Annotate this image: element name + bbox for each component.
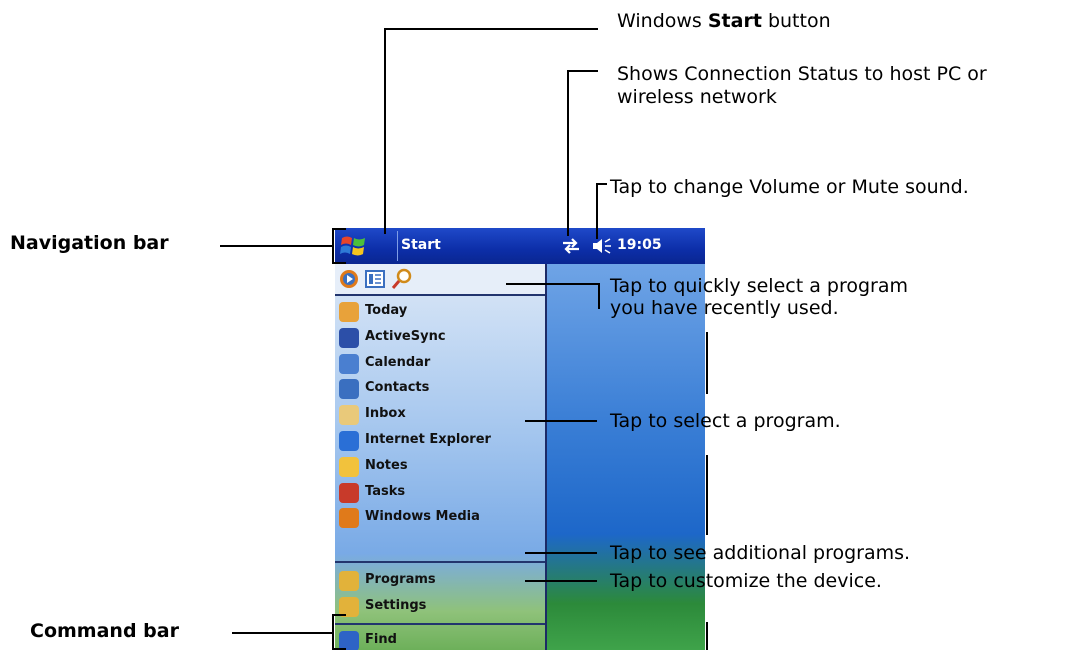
menu-item-contacts[interactable]: Contacts (335, 376, 545, 402)
customize-callout-line (525, 580, 597, 582)
menu-item-programs[interactable]: Programs (335, 568, 545, 594)
recent-annotation-line2: you have recently used. (610, 297, 839, 319)
notes-icon (339, 456, 359, 477)
menu-item-internet-explorer[interactable]: Internet Explorer (335, 428, 545, 454)
navbar-title[interactable]: Start (401, 237, 441, 253)
commandbar-bracket (332, 614, 346, 616)
connection-annotation-line1: Shows Connection Status to host PC or (617, 63, 987, 85)
menu-border (545, 264, 547, 650)
volume-icon[interactable] (591, 237, 613, 255)
recent-callout-line (506, 283, 598, 285)
menu-item-inbox[interactable]: Inbox (335, 402, 545, 428)
commandbar-pointer-line (232, 632, 332, 634)
navbar-separator (397, 231, 398, 261)
windows-flag-icon (340, 236, 365, 256)
menu-item-label: Today (365, 303, 408, 318)
menu-item-find[interactable]: Find (335, 628, 545, 650)
search-icon[interactable] (391, 268, 413, 290)
activesync-icon (339, 327, 359, 348)
recent-programs-row (335, 264, 545, 294)
connection-annotation-line2: wireless network (617, 86, 777, 108)
recent-annotation-line1: Tap to quickly select a program (610, 275, 908, 297)
select-callout-line (525, 420, 597, 422)
connection-callout-line (567, 70, 598, 72)
menu-item-calendar[interactable]: Calendar (335, 351, 545, 377)
menu-item-activesync[interactable]: ActiveSync (335, 325, 545, 351)
menu-divider (335, 294, 545, 296)
additional-callout-line (525, 552, 597, 554)
menu-item-today[interactable]: Today (335, 299, 545, 325)
menu-item-settings[interactable]: Settings (335, 594, 545, 620)
recent-bracket-line (598, 283, 600, 309)
menu-item-windows-media[interactable]: Windows Media (335, 505, 545, 531)
menu-item-label: Calendar (365, 354, 431, 370)
customize-annotation: Tap to customize the device. (610, 570, 882, 592)
navbar-bracket (332, 228, 334, 264)
contacts-icon (339, 379, 359, 400)
navigation-bar: Start 19:05 (335, 228, 705, 264)
menu-item-tasks[interactable]: Tasks (335, 480, 545, 506)
select-program-annotation: Tap to select a program. (610, 410, 841, 432)
connection-status-icon[interactable] (561, 238, 581, 254)
menu-item-notes[interactable]: Notes (335, 454, 545, 480)
commandbar-bracket (332, 614, 334, 650)
start-button-annotation: Windows Start button (617, 10, 831, 32)
internet-explorer-icon (339, 431, 359, 451)
inbox-icon (339, 405, 359, 426)
menu-item-label: Windows Media (365, 509, 480, 525)
windows-start-button[interactable] (339, 231, 395, 261)
navigation-bar-label: Navigation bar (10, 232, 169, 254)
program-range-line (706, 455, 708, 535)
navbar-pointer-line (220, 245, 332, 247)
volume-callout-line (596, 183, 607, 185)
menu-item-label: Notes (365, 457, 408, 473)
volume-annotation: Tap to change Volume or Mute sound. (610, 176, 969, 198)
today-icon (339, 302, 359, 322)
connection-callout-line (567, 70, 569, 236)
menu-item-label: Internet Explorer (365, 432, 491, 447)
menu-divider (335, 561, 545, 563)
contacts-icon[interactable] (365, 269, 385, 289)
menu-item-label: ActiveSync (365, 328, 446, 344)
menu-item-label: Tasks (365, 483, 406, 499)
windows-media-icon (339, 508, 359, 529)
start-callout-line (384, 28, 386, 234)
clock[interactable]: 19:05 (617, 237, 662, 253)
command-bar-divider (335, 623, 545, 625)
programs-folder-icon (339, 571, 359, 591)
start-menu: Today ActiveSync Calendar Contacts Inbox Inte… (335, 264, 547, 650)
windows-media-icon[interactable] (339, 269, 359, 289)
volume-callout-line (596, 183, 598, 239)
command-bar-label: Command bar (30, 620, 179, 642)
command-range-line (706, 622, 708, 650)
program-range-line (706, 332, 708, 394)
tasks-icon (339, 482, 359, 503)
menu-item-label: Inbox (365, 406, 406, 422)
navbar-bracket (332, 262, 346, 264)
start-callout-line (384, 28, 598, 30)
wallpaper (547, 264, 705, 650)
menu-item-label: Contacts (365, 380, 430, 396)
menu-item-label: Programs (365, 572, 436, 587)
navbar-bracket (332, 228, 346, 230)
additional-programs-annotation: Tap to see additional programs. (610, 542, 911, 564)
menu-item-label: Find (365, 632, 397, 647)
menu-item-label: Settings (365, 598, 427, 613)
calendar-icon (339, 353, 359, 374)
